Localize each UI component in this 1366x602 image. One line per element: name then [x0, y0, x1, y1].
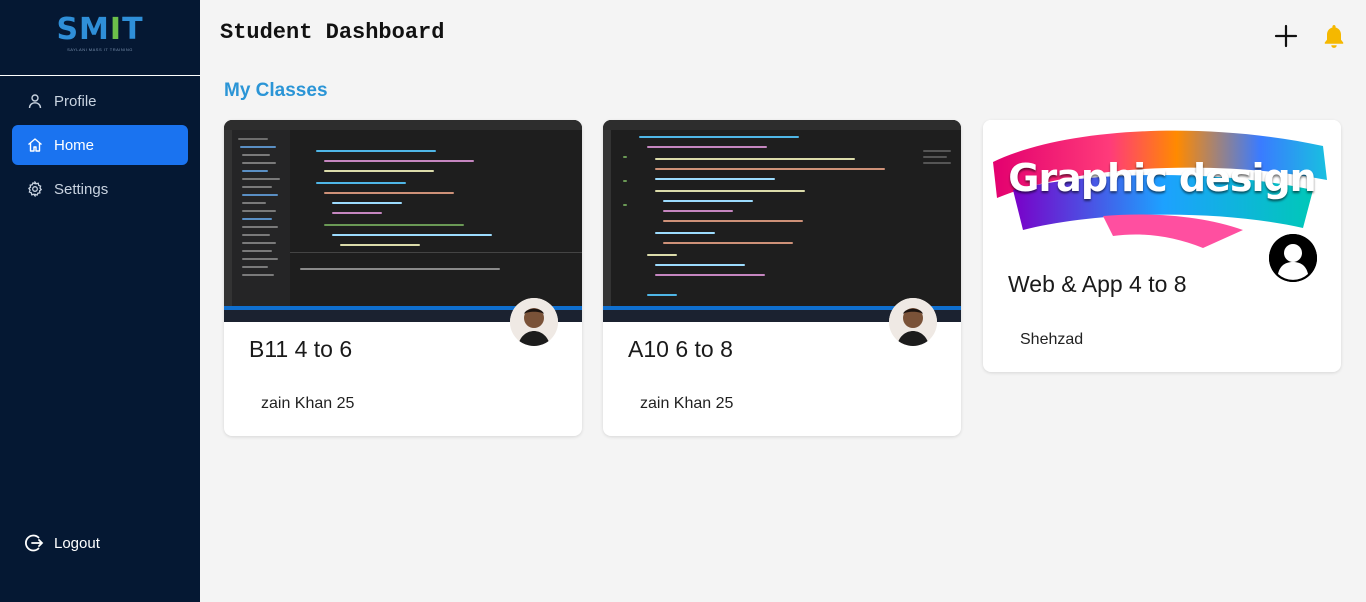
class-card[interactable]: Graphic design Web & App 4 to 8 Shehzad	[983, 120, 1341, 372]
teacher-avatar	[1269, 234, 1317, 282]
add-class-button[interactable]	[1274, 24, 1298, 48]
home-icon	[27, 137, 43, 153]
class-thumbnail-code-editor	[603, 120, 961, 322]
teacher-avatar	[510, 298, 558, 346]
class-card[interactable]: B11 4 to 6 zain Khan 25	[224, 120, 582, 436]
gear-icon	[27, 181, 43, 197]
sidebar-item-label: Profile	[54, 92, 97, 110]
class-name: B11 4 to 6	[249, 336, 353, 362]
logo-text: SMIT	[56, 12, 144, 47]
teacher-name: Shehzad	[1020, 331, 1084, 348]
smit-logo[interactable]: SMIT SAYLANI MASS IT TRAINING	[56, 12, 144, 53]
class-thumbnail-code-editor	[224, 120, 582, 322]
bell-icon	[1324, 25, 1344, 48]
user-icon	[27, 93, 43, 109]
page-title: Student Dashboard	[220, 20, 445, 45]
teacher-avatar	[889, 298, 937, 346]
sidebar-item-label: Settings	[54, 180, 109, 198]
logout-icon	[24, 533, 44, 553]
banner-text: Graphic design	[1008, 156, 1316, 200]
section-title: My Classes	[224, 80, 328, 101]
notifications-button[interactable]	[1322, 23, 1346, 49]
sidebar-item-label: Home	[54, 136, 95, 154]
logo-subtitle: SAYLANI MASS IT TRAINING	[67, 47, 133, 52]
class-thumbnail-graphic-design: Graphic design	[983, 120, 1341, 250]
teacher-name: zain Khan 25	[640, 395, 734, 412]
sidebar: SMIT SAYLANI MASS IT TRAINING Profile Ho…	[0, 0, 200, 602]
sidebar-item-settings[interactable]: Settings	[12, 169, 188, 209]
teacher-name: zain Khan 25	[261, 395, 355, 412]
logo-area: SMIT SAYLANI MASS IT TRAINING	[0, 0, 200, 76]
plus-icon	[1274, 24, 1298, 48]
main-content: Student Dashboard My Classes B11 4 to 6 …	[200, 0, 1366, 602]
class-name: A10 6 to 8	[628, 336, 733, 362]
class-card[interactable]: A10 6 to 8 zain Khan 25	[603, 120, 961, 436]
sidebar-item-profile[interactable]: Profile	[12, 81, 188, 121]
logout-label: Logout	[54, 534, 100, 552]
sidebar-item-home[interactable]: Home	[12, 125, 188, 165]
class-name: Web & App 4 to 8	[1008, 271, 1187, 297]
sidebar-nav: Profile Home Settings	[12, 81, 188, 213]
logout-button[interactable]: Logout	[24, 533, 100, 553]
